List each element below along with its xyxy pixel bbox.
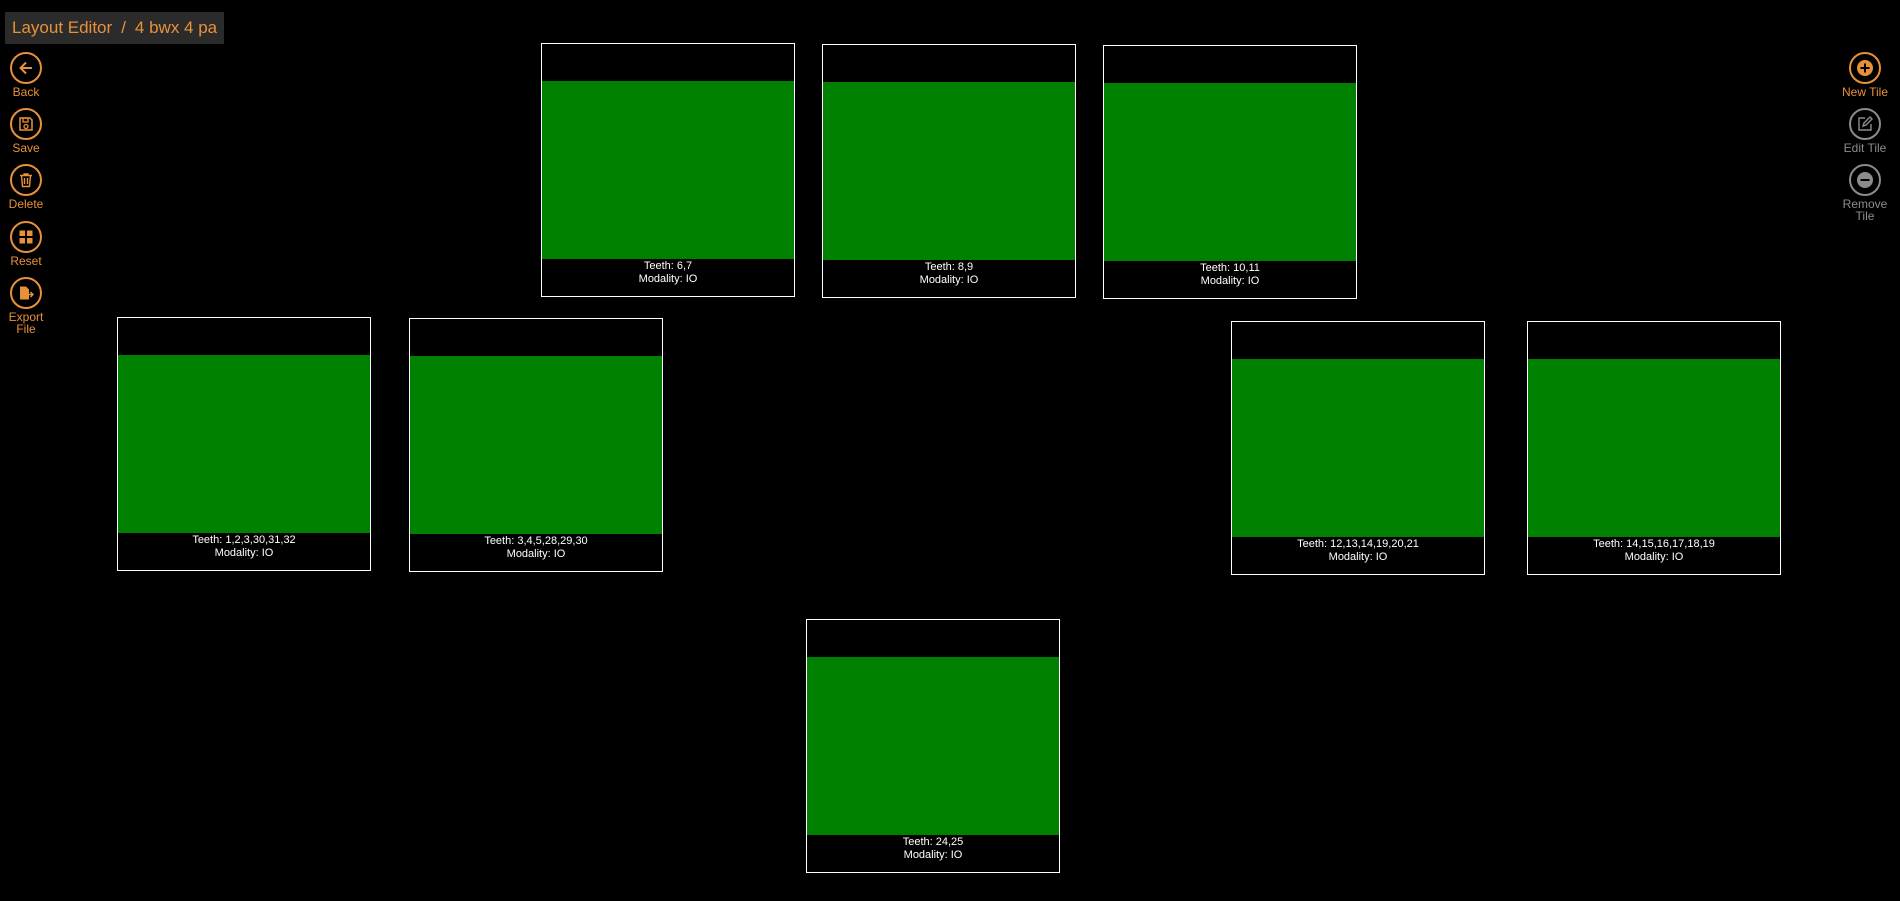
- export-file-label: Export File: [8, 310, 44, 336]
- tile-caption: Teeth: 3,4,5,28,29,30 Modality: IO: [410, 535, 662, 561]
- tile-image-placeholder: [823, 82, 1075, 260]
- new-tile-label: New Tile: [1841, 85, 1888, 99]
- edit-icon: [1849, 108, 1881, 140]
- tile-caption: Teeth: 14,15,16,17,18,19 Modality: IO: [1528, 538, 1780, 564]
- tile-caption: Teeth: 6,7 Modality: IO: [542, 260, 794, 286]
- trash-icon: [10, 164, 42, 196]
- tile-image-placeholder: [1104, 83, 1356, 261]
- tile-teeth: Teeth: 6,7: [643, 260, 693, 272]
- tile-caption: Teeth: 10,11 Modality: IO: [1104, 262, 1356, 288]
- tile-teeth: Teeth: 24,25: [902, 836, 964, 848]
- new-tile-button[interactable]: New Tile: [1835, 52, 1895, 98]
- tile-image-placeholder: [1232, 359, 1484, 537]
- tile-caption: Teeth: 8,9 Modality: IO: [823, 261, 1075, 287]
- reset-label: Reset: [10, 254, 42, 268]
- tile-teeth-24-25[interactable]: Teeth: 24,25 Modality: IO: [806, 619, 1060, 873]
- tile-caption: Teeth: 1,2,3,30,31,32 Modality: IO: [118, 534, 370, 560]
- tile-teeth: Teeth: 8,9: [924, 261, 974, 273]
- tile-teeth-12-13-14-19-20-21[interactable]: Teeth: 12,13,14,19,20,21 Modality: IO: [1231, 321, 1485, 575]
- tile-modality: Modality: IO: [919, 274, 979, 286]
- reset-button[interactable]: Reset: [0, 221, 56, 267]
- tile-teeth-6-7[interactable]: Teeth: 6,7 Modality: IO: [541, 43, 795, 297]
- tile-caption: Teeth: 12,13,14,19,20,21 Modality: IO: [1232, 538, 1484, 564]
- minus-icon: [1849, 164, 1881, 196]
- tile-teeth: Teeth: 10,11: [1200, 262, 1260, 274]
- remove-tile-label: Remove Tile: [1842, 197, 1888, 223]
- tile-teeth-14-15-16-17-18-19[interactable]: Teeth: 14,15,16,17,18,19 Modality: IO: [1527, 321, 1781, 575]
- plus-icon: [1849, 52, 1881, 84]
- save-label: Save: [12, 141, 40, 155]
- delete-button[interactable]: Delete: [0, 164, 56, 210]
- tile-teeth-8-9[interactable]: Teeth: 8,9 Modality: IO: [822, 44, 1076, 298]
- tile-caption: Teeth: 24,25 Modality: IO: [807, 836, 1059, 862]
- tile-image-placeholder: [807, 657, 1059, 835]
- back-button[interactable]: Back: [0, 52, 56, 98]
- tile-modality: Modality: IO: [903, 849, 963, 861]
- tile-modality: Modality: IO: [506, 548, 566, 560]
- edit-tile-button[interactable]: Edit Tile: [1835, 108, 1895, 154]
- tile-image-placeholder: [1528, 359, 1780, 537]
- tile-modality: Modality: IO: [214, 547, 274, 559]
- tile-modality: Modality: IO: [1200, 275, 1260, 287]
- export-file-button[interactable]: Export File: [0, 277, 56, 335]
- tile-modality: Modality: IO: [638, 273, 698, 285]
- tile-image-placeholder: [542, 81, 794, 259]
- tile-teeth-3-4-5-28-29-30[interactable]: Teeth: 3,4,5,28,29,30 Modality: IO: [409, 318, 663, 572]
- tile-image-placeholder: [410, 356, 662, 534]
- save-button[interactable]: Save: [0, 108, 56, 154]
- save-icon: [10, 108, 42, 140]
- delete-label: Delete: [8, 197, 44, 211]
- back-label: Back: [12, 85, 40, 99]
- export-file-icon: [10, 277, 42, 309]
- grid-icon: [10, 221, 42, 253]
- breadcrumb: Layout Editor / 4 bwx 4 pa: [5, 12, 225, 44]
- tile-image-placeholder: [118, 355, 370, 533]
- remove-tile-button[interactable]: Remove Tile: [1835, 164, 1895, 222]
- tile-teeth: Teeth: 14,15,16,17,18,19: [1593, 538, 1715, 550]
- arrow-left-icon: [10, 52, 42, 84]
- tile-teeth-1-2-3-30-31-32[interactable]: Teeth: 1,2,3,30,31,32 Modality: IO: [117, 317, 371, 571]
- tile-modality: Modality: IO: [1624, 551, 1684, 563]
- tile-teeth: Teeth: 12,13,14,19,20,21: [1297, 538, 1419, 550]
- tile-teeth: Teeth: 1,2,3,30,31,32: [192, 534, 296, 546]
- tile-teeth-10-11[interactable]: Teeth: 10,11 Modality: IO: [1103, 45, 1357, 299]
- layout-editor-page: Layout Editor / 4 bwx 4 pa Back Save Delet…: [0, 0, 1900, 901]
- breadcrumb-layout-name: 4 bwx 4 pa: [134, 18, 218, 37]
- breadcrumb-app[interactable]: Layout Editor: [12, 18, 112, 37]
- tile-modality: Modality: IO: [1328, 551, 1388, 563]
- breadcrumb-separator: /: [121, 18, 126, 37]
- tile-teeth: Teeth: 3,4,5,28,29,30: [484, 535, 588, 547]
- edit-tile-label: Edit Tile: [1843, 141, 1887, 155]
